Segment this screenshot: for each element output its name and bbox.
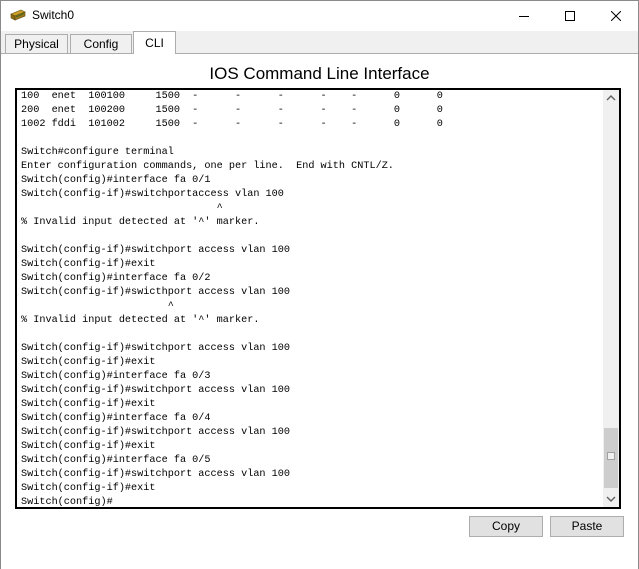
terminal-line: Switch(config)#interface fa 0/3	[21, 371, 211, 382]
terminal-line: Switch(config)#interface fa 0/2	[21, 273, 211, 284]
paste-button[interactable]: Paste	[550, 516, 624, 537]
terminal-line: Switch(config)#interface fa 0/5	[21, 455, 211, 466]
terminal-console[interactable]: 100 enet 100100 1500 - - - - - 0 0 200 e…	[15, 88, 621, 509]
terminal-line: Enter configuration commands, one per li…	[21, 161, 394, 172]
terminal-line: Switch(config-if)#exit	[21, 483, 156, 494]
title-bar[interactable]: Switch0	[1, 1, 638, 31]
terminal-line: Switch(config-if)#switchportaccess vlan …	[21, 189, 284, 200]
terminal-line: Switch(config-if)#exit	[21, 441, 156, 452]
terminal-line: ^	[21, 203, 223, 214]
maximize-button[interactable]	[547, 1, 593, 31]
terminal-line: Switch(config)#	[21, 497, 113, 508]
scroll-thumb[interactable]	[604, 428, 618, 488]
terminal-line: Switch(config-if)#switchport access vlan…	[21, 245, 290, 256]
terminal-line: Switch(config-if)#exit	[21, 259, 156, 270]
window-title: Switch0	[32, 8, 75, 22]
tab-bar: Physical Config CLI	[1, 31, 638, 54]
terminal-line: 1002 fddi 101002 1500 - - - - - 0 0	[21, 119, 443, 130]
terminal-line: Switch(config-if)#exit	[21, 357, 156, 368]
terminal-line: % Invalid input detected at '^' marker.	[21, 217, 260, 228]
cli-panel: IOS Command Line Interface 100 enet 1001…	[1, 53, 638, 569]
terminal-line: Switch#configure terminal	[21, 147, 174, 158]
close-icon	[611, 11, 621, 21]
arrow-down-icon[interactable]	[603, 491, 619, 507]
tab-config[interactable]: Config	[70, 34, 132, 53]
copy-button[interactable]: Copy	[469, 516, 543, 537]
grip-icon	[607, 452, 615, 460]
terminal-line: Switch(config-if)#switchport access vlan…	[21, 469, 290, 480]
terminal-line: 100 enet 100100 1500 - - - - - 0 0	[21, 91, 443, 102]
close-button[interactable]	[593, 1, 639, 31]
page-title: IOS Command Line Interface	[209, 64, 430, 83]
terminal-line: Switch(config)#interface fa 0/4	[21, 413, 211, 424]
terminal-line: Switch(config-if)#exit	[21, 399, 156, 410]
maximize-icon	[565, 11, 575, 21]
tab-cli[interactable]: CLI	[133, 31, 176, 54]
terminal-line: Switch(config-if)#switchport access vlan…	[21, 343, 290, 354]
terminal-line: Switch(config)#interface fa 0/1	[21, 175, 211, 186]
arrow-up-icon[interactable]	[603, 90, 619, 106]
cli-window: Switch0 Physical Config CLI IOS Command …	[0, 0, 639, 569]
terminal-line: Switch(config-if)#switchport access vlan…	[21, 385, 290, 396]
terminal-line: 200 enet 100200 1500 - - - - - 0 0	[21, 105, 443, 116]
minimize-icon	[519, 16, 529, 17]
terminal-line: ^	[21, 301, 174, 312]
terminal-output[interactable]: 100 enet 100100 1500 - - - - - 0 0 200 e…	[21, 90, 599, 508]
terminal-line: Switch(config-if)#swicthport access vlan…	[21, 287, 290, 298]
switch-icon	[10, 8, 26, 22]
terminal-line: Switch(config-if)#switchport access vlan…	[21, 427, 290, 438]
terminal-scrollbar[interactable]	[603, 90, 619, 507]
minimize-button[interactable]	[501, 1, 547, 31]
tab-physical[interactable]: Physical	[5, 34, 68, 53]
terminal-line: % Invalid input detected at '^' marker.	[21, 315, 260, 326]
